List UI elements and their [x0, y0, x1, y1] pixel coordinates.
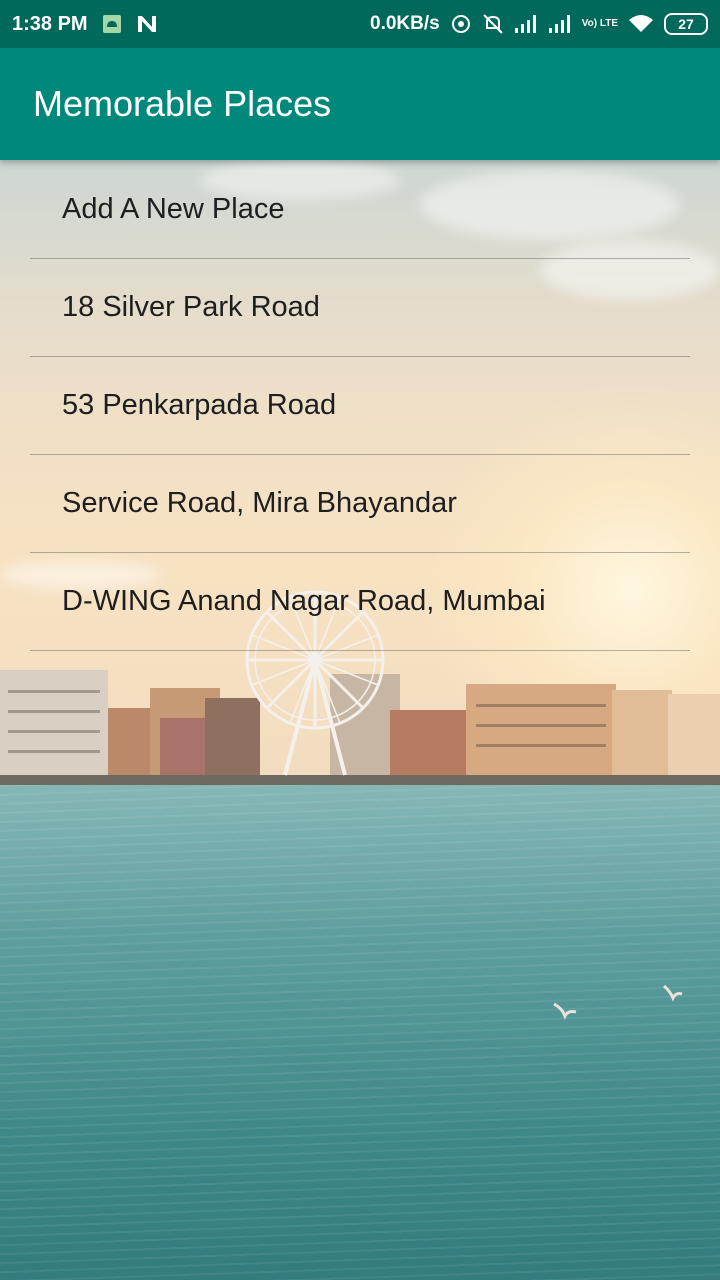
sea: [0, 785, 720, 1280]
list-item[interactable]: 18 Silver Park Road: [30, 259, 690, 357]
list-item-label: 53 Penkarpada Road: [62, 389, 337, 421]
app-bar: Memorable Places: [0, 48, 720, 160]
volte-icon: Vo) LTE: [581, 18, 618, 29]
hotspot-icon: [450, 13, 472, 35]
places-list: Add A New Place 18 Silver Park Road 53 P…: [30, 161, 690, 651]
n-notification-icon: [136, 14, 158, 34]
status-time: 1:38 PM: [12, 12, 88, 35]
page-title: Memorable Places: [33, 83, 332, 124]
seagull-icon: [663, 984, 683, 1002]
network-speed: 0.0KB/s: [370, 13, 440, 34]
seagull-icon: [553, 1002, 577, 1020]
signal-icon: [514, 14, 538, 34]
list-item-label: Add A New Place: [62, 193, 285, 225]
signal-icon: [548, 14, 572, 34]
battery-level: 27: [678, 16, 694, 32]
add-new-place-item[interactable]: Add A New Place: [30, 161, 690, 259]
status-bar: 1:38 PM 0.0KB/s Vo) LTE 27: [0, 0, 720, 48]
list-item[interactable]: Service Road, Mira Bhayandar: [30, 455, 690, 553]
list-item[interactable]: D-WING Anand Nagar Road, Mumbai: [30, 553, 690, 651]
android-icon: [102, 14, 122, 34]
list-item-label: 18 Silver Park Road: [62, 291, 320, 323]
mute-icon: [482, 13, 504, 35]
list-item[interactable]: 53 Penkarpada Road: [30, 357, 690, 455]
list-item-label: Service Road, Mira Bhayandar: [62, 487, 457, 519]
list-item-label: D-WING Anand Nagar Road, Mumbai: [62, 585, 546, 617]
wifi-icon: [628, 14, 654, 34]
battery-icon: 27: [664, 13, 708, 35]
